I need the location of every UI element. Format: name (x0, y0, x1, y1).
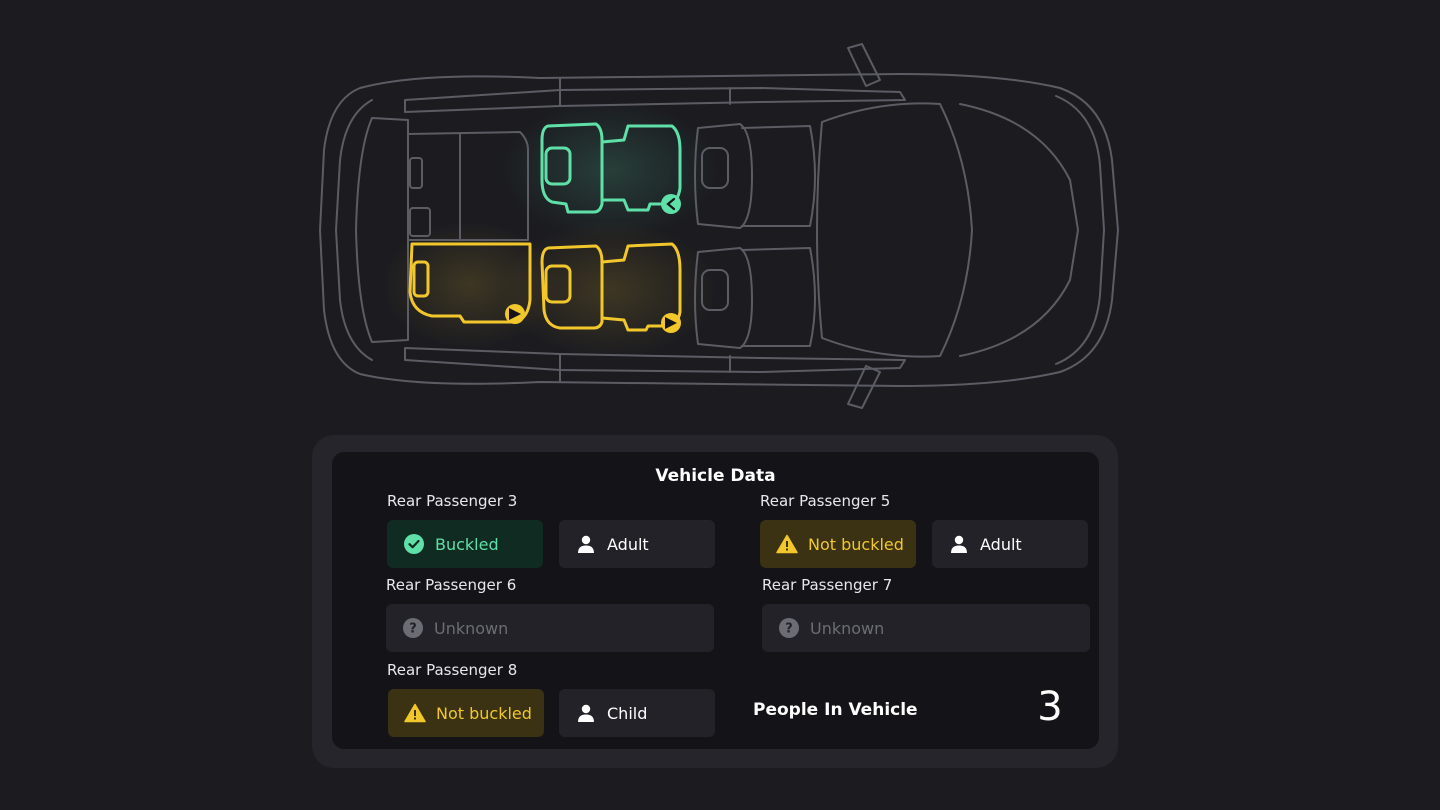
buckle-status-chip[interactable]: Not buckled (388, 689, 544, 737)
panel-title: Vehicle Data (655, 466, 776, 486)
svg-text:?: ? (785, 622, 793, 637)
question-circle-icon: ? (778, 617, 800, 639)
occupant-text: Child (607, 703, 648, 723)
status-text: Unknown (434, 618, 509, 638)
buckle-status-chip[interactable]: ? Unknown (762, 604, 1090, 652)
occupant-text: Adult (607, 534, 649, 554)
buckle-status-chip[interactable]: ? Unknown (386, 604, 714, 652)
passenger-label: Rear Passenger 5 (760, 492, 891, 510)
status-text: Unknown (810, 618, 885, 638)
passenger-label: Rear Passenger 3 (387, 492, 518, 510)
warning-triangle-icon (404, 702, 426, 724)
question-circle-icon: ? (402, 617, 424, 639)
warning-triangle-icon (776, 533, 798, 555)
not-buckled-indicator-icon (661, 313, 681, 333)
occupant-type-chip[interactable]: Adult (932, 520, 1088, 568)
person-icon (948, 533, 970, 555)
person-icon (575, 702, 597, 724)
passenger-label: Rear Passenger 7 (762, 576, 893, 594)
status-text: Buckled (435, 534, 499, 554)
occupant-type-chip[interactable]: Adult (559, 520, 715, 568)
buckle-status-chip[interactable]: Not buckled (760, 520, 916, 568)
people-in-vehicle-label: People In Vehicle (753, 700, 918, 720)
svg-text:?: ? (409, 622, 417, 637)
buckle-status-chip[interactable]: Buckled (387, 520, 543, 568)
passenger-label: Rear Passenger 8 (387, 661, 518, 679)
occupant-type-chip[interactable]: Child (559, 689, 715, 737)
check-circle-icon (403, 533, 425, 555)
occupant-text: Adult (980, 534, 1022, 554)
buckled-indicator-icon (661, 194, 681, 214)
not-buckled-indicator-icon (505, 304, 525, 324)
passenger-label: Rear Passenger 6 (386, 576, 517, 594)
people-count: 3 (1037, 684, 1063, 730)
status-text: Not buckled (808, 534, 904, 554)
vehicle-top-view (319, 43, 1119, 409)
person-icon (575, 533, 597, 555)
status-text: Not buckled (436, 703, 532, 723)
